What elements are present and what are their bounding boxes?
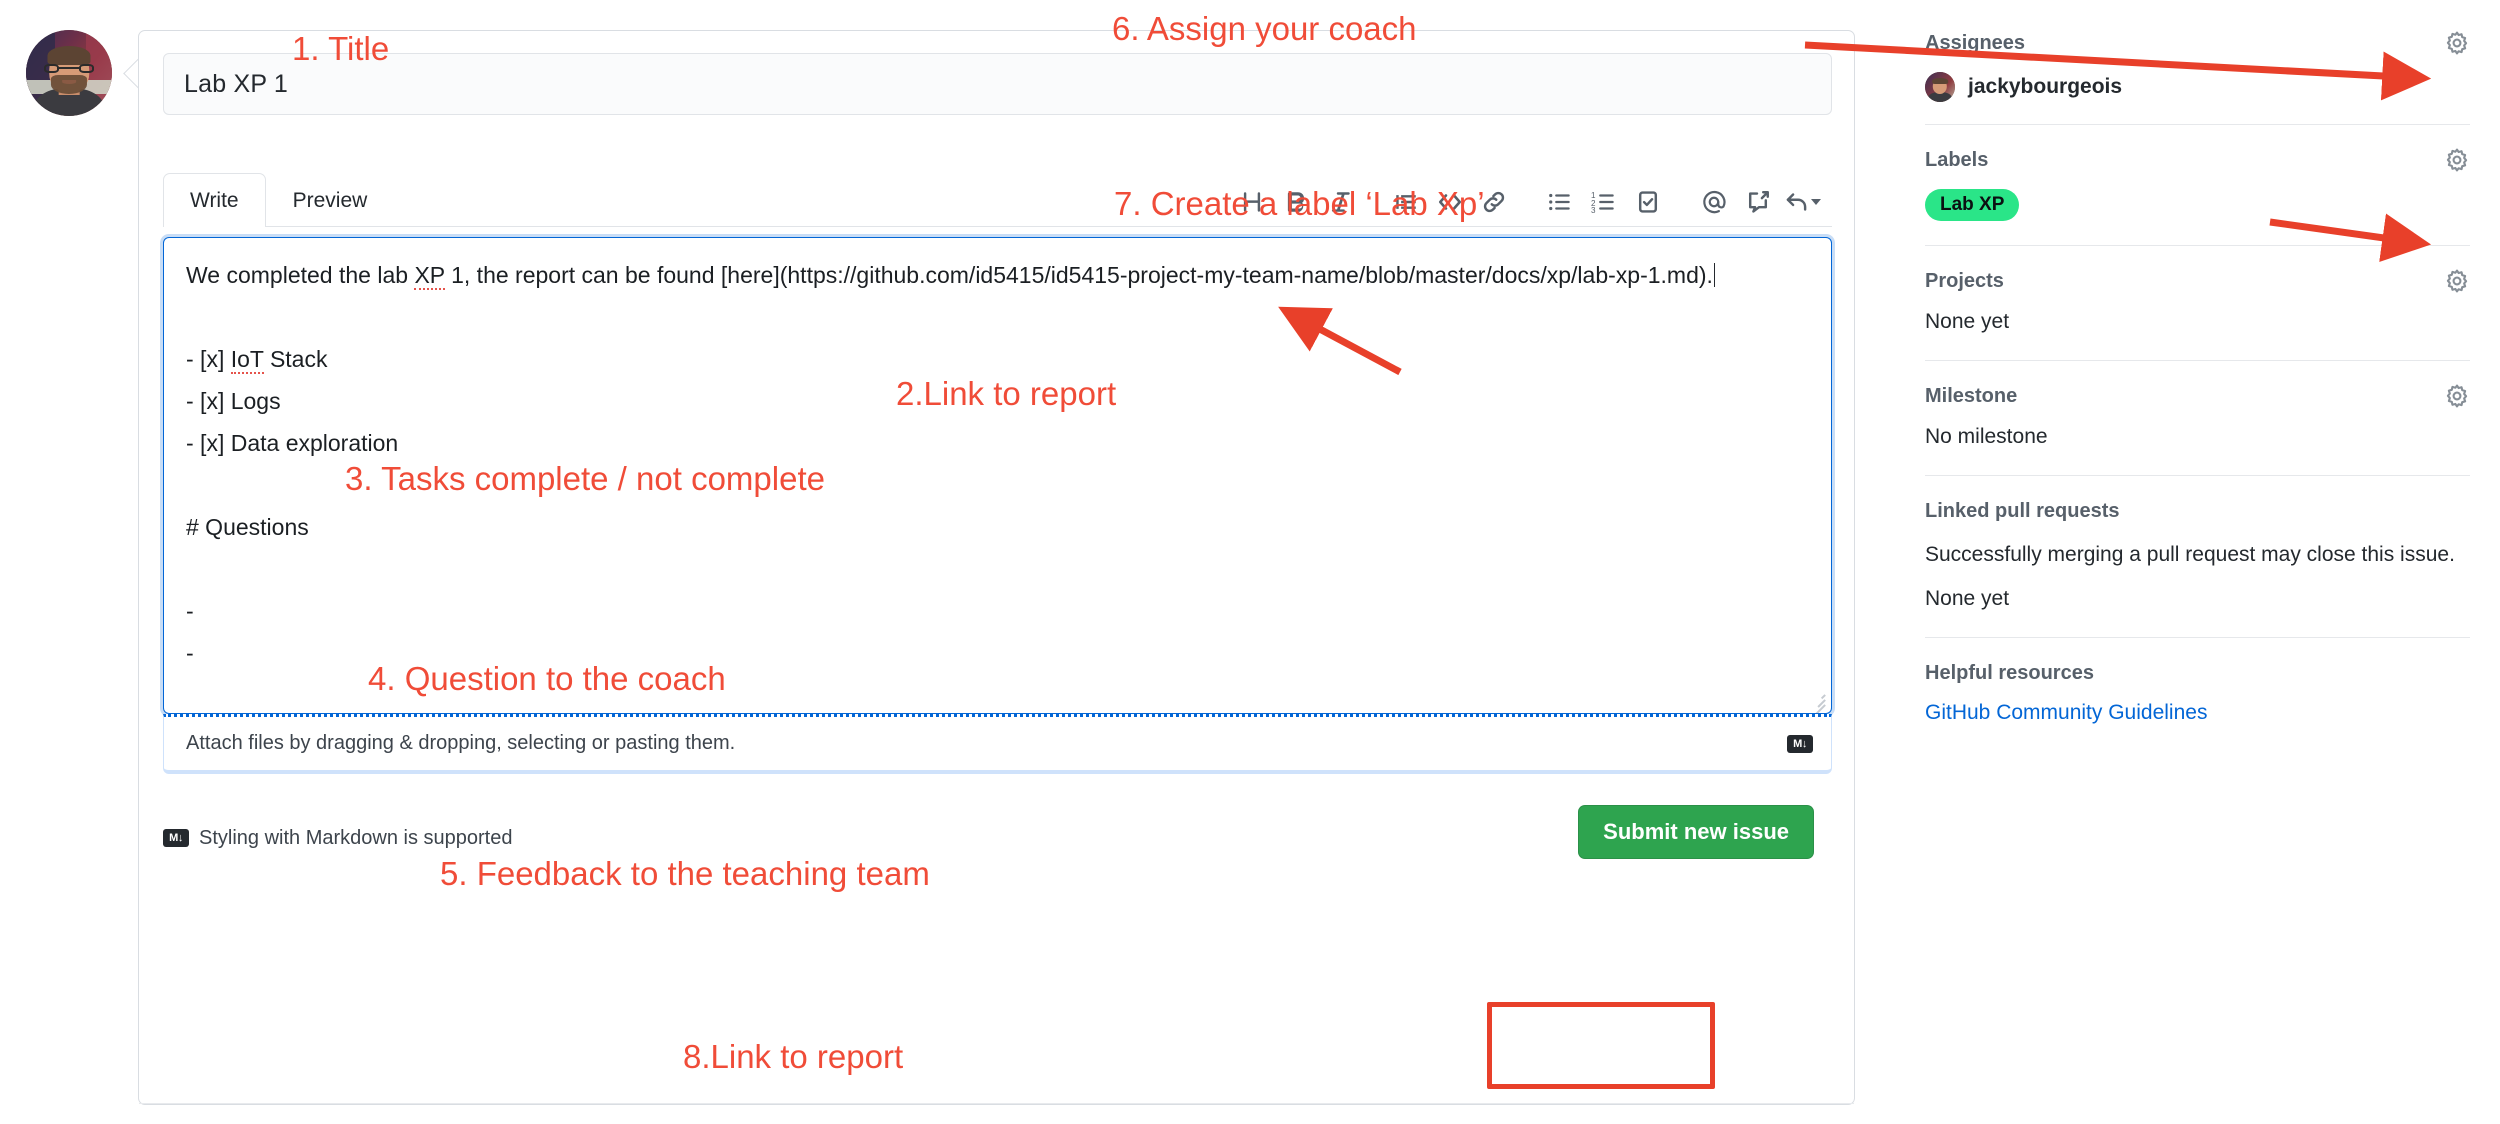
helpful-resources-title: Helpful resources (1925, 662, 2094, 684)
body-task-2: - [x] Logs (186, 388, 281, 414)
issue-sidebar: Assignees jackybourgeois Labels Lab XP P… (1925, 30, 2470, 725)
text-cursor (1713, 263, 1716, 287)
attach-files-hint: Attach files by dragging & dropping, sel… (186, 732, 736, 754)
attach-files-dropzone[interactable]: Attach files by dragging & dropping, sel… (163, 714, 1832, 774)
link-icon[interactable] (1472, 180, 1516, 224)
form-bottom-divider (139, 1103, 1854, 1104)
divider (1925, 637, 2470, 638)
projects-value: None yet (1925, 310, 2010, 333)
projects-title: Projects (1925, 269, 2004, 292)
assignee-item[interactable]: jackybourgeois (1925, 72, 2470, 102)
helpful-resources-header: Helpful resources (1925, 662, 2470, 685)
body-task-3: - [x] Data exploration (186, 430, 399, 456)
tab-write[interactable]: Write (163, 173, 266, 227)
markdown-icon: M↓ (1787, 734, 1813, 753)
gear-icon[interactable] (2444, 147, 2470, 173)
issue-body-text: We completed the lab XP 1, the report ca… (186, 254, 1809, 713)
gear-icon[interactable] (2444, 268, 2470, 294)
issue-title-input[interactable]: Lab XP 1 (163, 53, 1832, 115)
assignee-username: jackybourgeois (1968, 75, 2123, 98)
milestone-title: Milestone (1925, 384, 2018, 407)
body-task-1-b: Stack (263, 346, 328, 372)
mention-icon[interactable] (1692, 180, 1736, 224)
markdown-icon: M↓ (163, 829, 189, 847)
body-line-intro-spellcheck: XP (414, 262, 445, 290)
gear-icon[interactable] (2444, 383, 2470, 409)
label-chip-lab-xp[interactable]: Lab XP (1925, 189, 2020, 221)
divider (1925, 245, 2470, 246)
sidebar-section-milestone: Milestone No milestone (1925, 383, 2470, 476)
task-list-icon[interactable] (1626, 180, 1670, 224)
linked-pull-requests-value: None yet (1925, 587, 2010, 610)
textarea-resize-handle[interactable] (1809, 692, 1826, 713)
body-task-1-a: - [x] (186, 346, 231, 372)
divider (1925, 124, 2470, 125)
labels-title: Labels (1925, 148, 1989, 171)
projects-header: Projects (1925, 268, 2470, 294)
github-community-guidelines-link[interactable]: GitHub Community Guidelines (1925, 701, 2207, 724)
quote-icon[interactable] (1384, 180, 1428, 224)
body-question-1: - (186, 598, 194, 624)
body-line-intro-b: 1, the report can be found [here](https:… (444, 262, 1713, 288)
divider (1925, 360, 2470, 361)
italic-icon[interactable] (1318, 180, 1362, 224)
tab-preview[interactable]: Preview (266, 173, 395, 227)
divider (1925, 475, 2470, 476)
linked-pull-requests-title: Linked pull requests (1925, 500, 2120, 522)
code-icon[interactable] (1428, 180, 1472, 224)
assignee-avatar (1925, 72, 1955, 102)
tab-write-label: Write (190, 188, 239, 212)
sidebar-section-assignees: Assignees jackybourgeois (1925, 30, 2470, 125)
body-question-2: - (186, 640, 194, 666)
sidebar-section-projects: Projects None yet (1925, 268, 2470, 361)
labels-header: Labels (1925, 147, 2470, 173)
reference-icon[interactable] (1736, 180, 1780, 224)
body-line-intro-a: We completed the lab (186, 262, 415, 288)
chevron-down-icon[interactable] (1810, 199, 1821, 205)
body-heading-questions: # Questions (186, 514, 309, 540)
sidebar-section-labels: Labels Lab XP (1925, 147, 2470, 246)
svg-text:3: 3 (1591, 206, 1596, 215)
linked-pull-requests-header: Linked pull requests (1925, 500, 2470, 523)
body-task-1-spellcheck: IoT (230, 346, 264, 374)
linked-pull-requests-description: Successfully merging a pull request may … (1925, 543, 2455, 566)
ordered-list-icon[interactable]: 123 (1582, 180, 1626, 224)
submit-new-issue-button[interactable]: Submit new issue (1578, 805, 1814, 859)
bold-icon[interactable] (1274, 180, 1318, 224)
markdown-supported-note: M↓ Styling with Markdown is supported (163, 827, 512, 850)
tab-preview-label: Preview (292, 188, 368, 212)
assignees-header: Assignees (1925, 30, 2470, 56)
reply-icon[interactable] (1780, 180, 1824, 224)
sidebar-section-helpful-resources: Helpful resources GitHub Community Guide… (1925, 662, 2470, 725)
submit-new-issue-label: Submit new issue (1603, 819, 1789, 844)
gear-icon[interactable] (2444, 30, 2470, 56)
milestone-value: No milestone (1925, 425, 2048, 448)
unordered-list-icon[interactable] (1538, 180, 1582, 224)
issue-title-value: Lab XP 1 (184, 69, 289, 98)
issue-form-footer: M↓ Styling with Markdown is supported Su… (163, 797, 1832, 879)
author-avatar (26, 30, 112, 116)
issue-body-textarea[interactable]: We completed the lab XP 1, the report ca… (163, 237, 1832, 714)
assignees-title: Assignees (1925, 31, 2026, 54)
markdown-supported-label: Styling with Markdown is supported (199, 826, 513, 849)
markdown-toolbar: 123 (1230, 179, 1824, 225)
sidebar-section-linked-pull-requests: Linked pull requests Successfully mergin… (1925, 500, 2470, 638)
new-issue-form: Lab XP 1 Write Preview 1 2 3 We complete… (138, 30, 1855, 1105)
heading-icon[interactable] (1230, 180, 1274, 224)
milestone-header: Milestone (1925, 383, 2470, 409)
